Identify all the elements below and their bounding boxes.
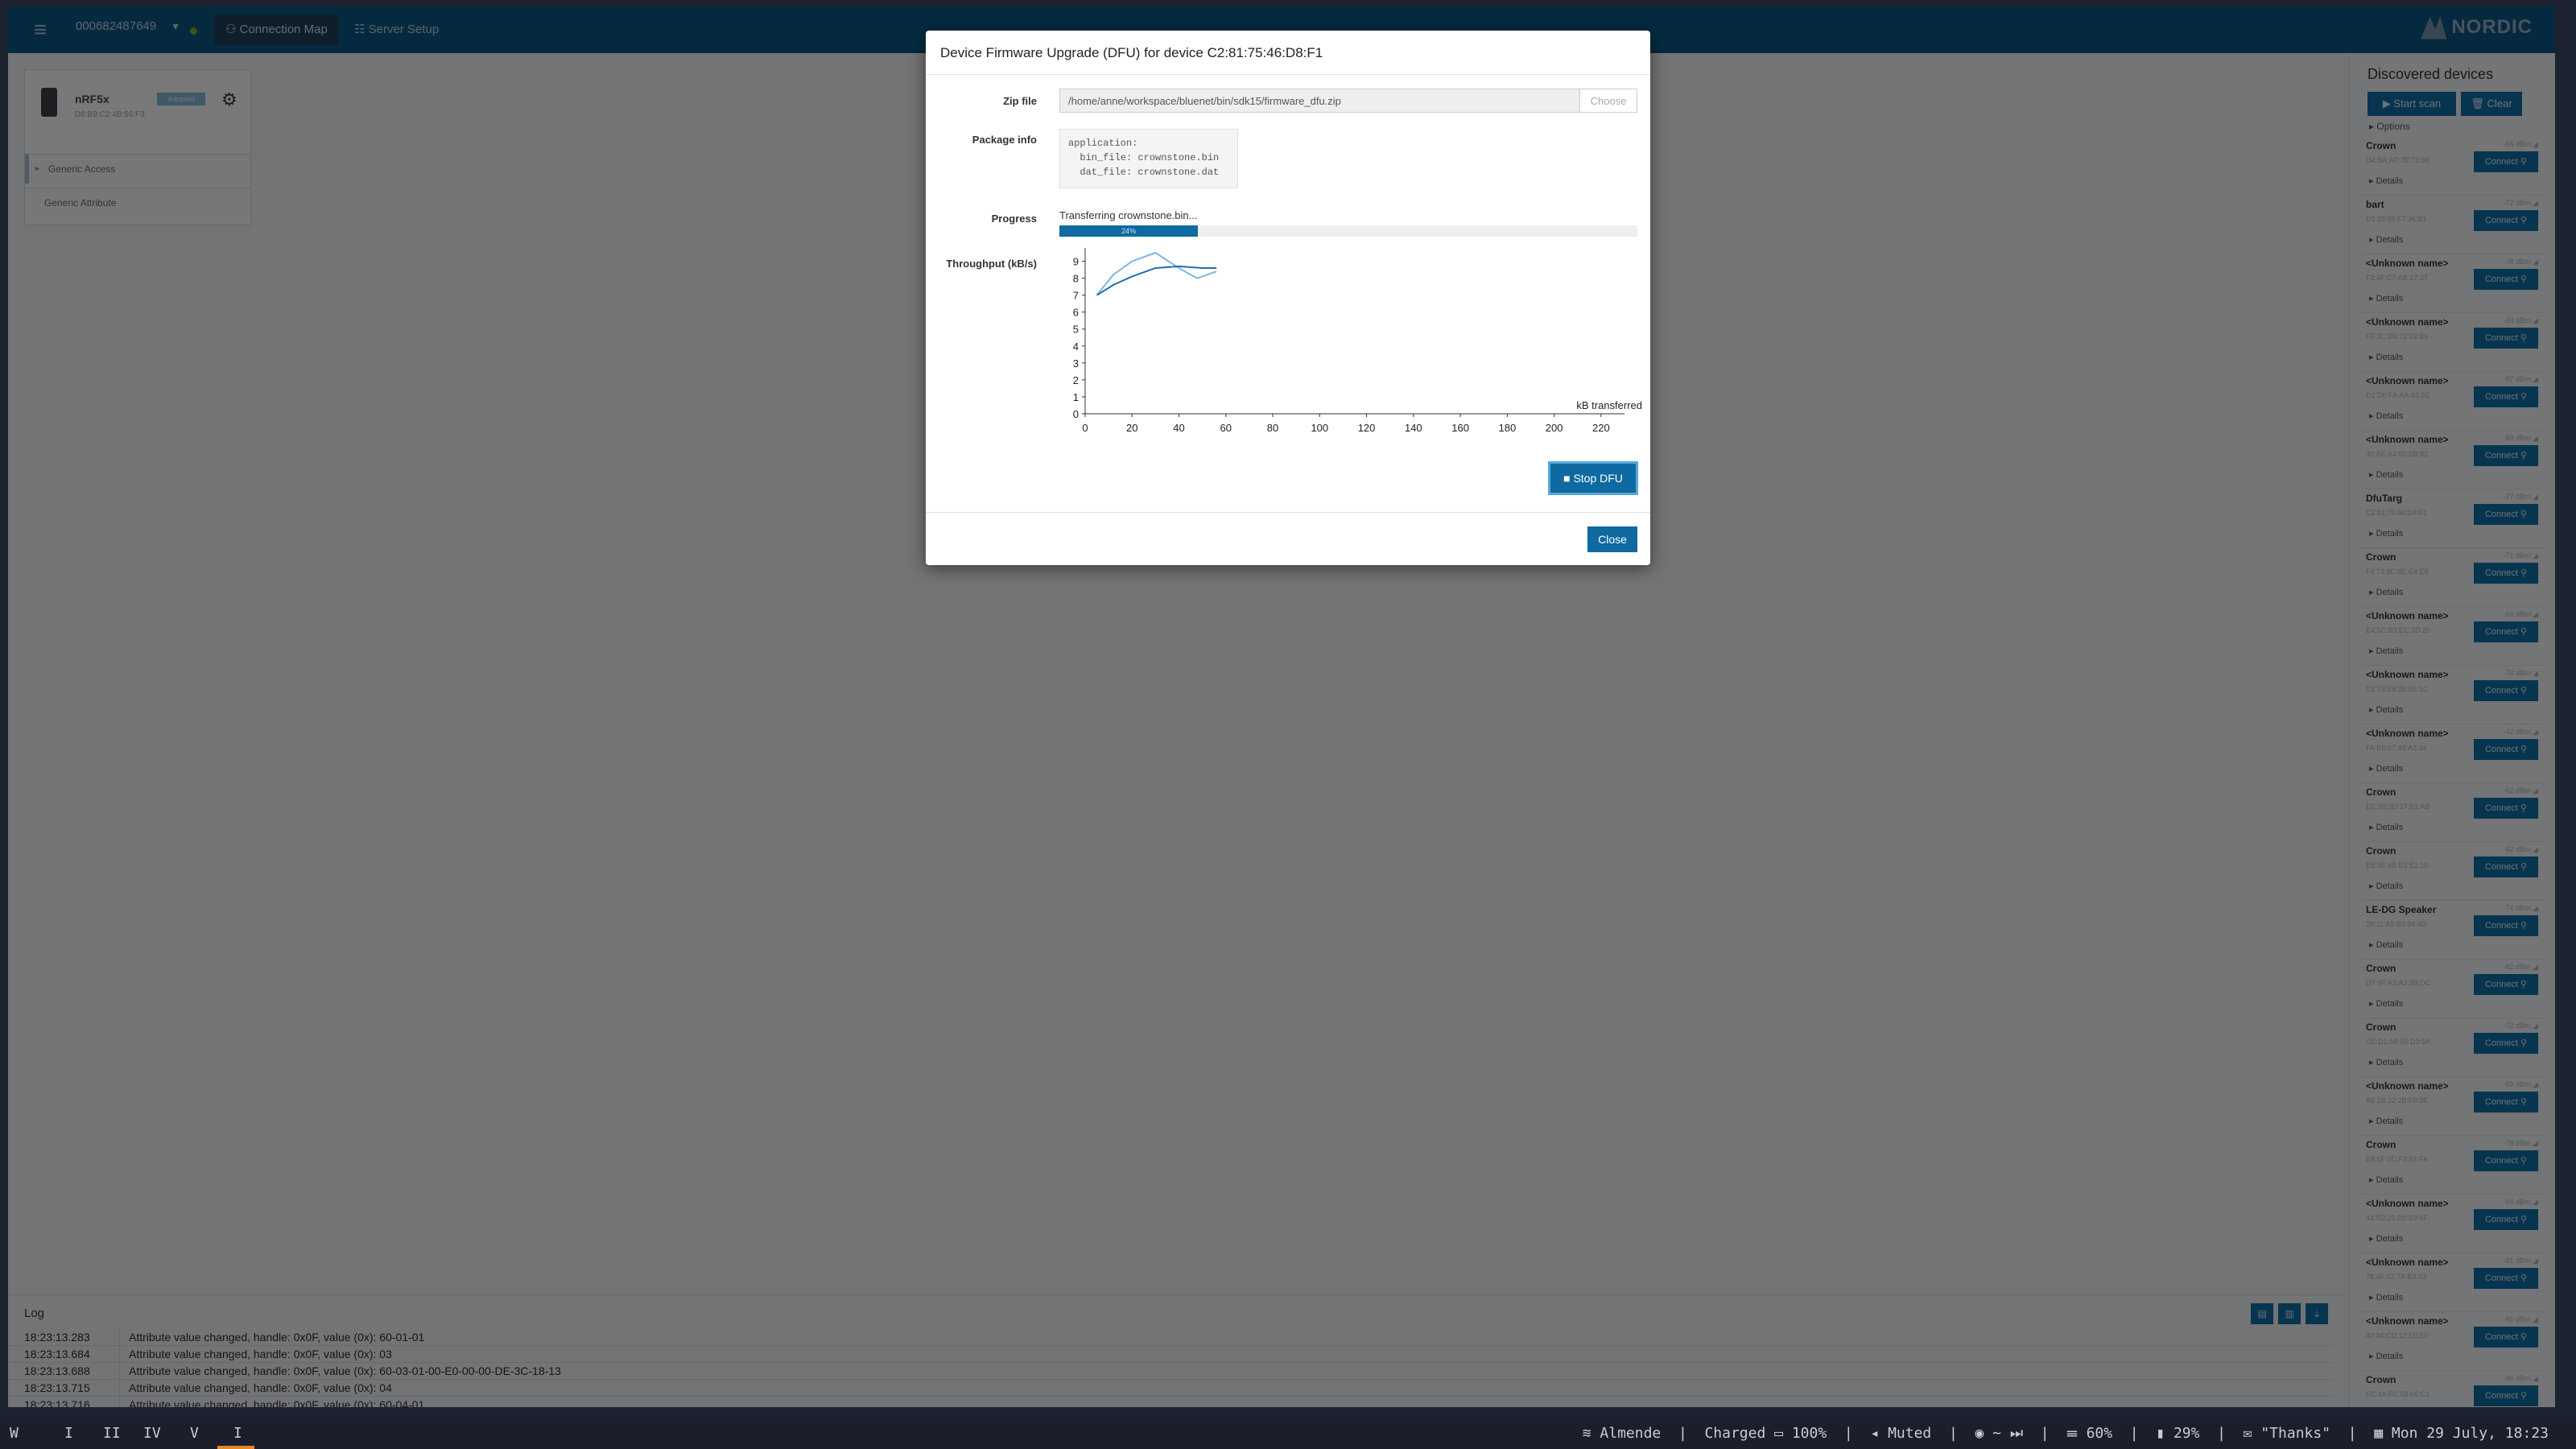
y-tick-label: 3	[1073, 357, 1079, 369]
throughput-series-line	[1096, 251, 1217, 296]
x-axis-label: kB transferred	[1576, 399, 1642, 411]
volume-icon: ◂	[1870, 1425, 1889, 1442]
zip-file-input[interactable]: /home/anne/workspace/bluenet/bin/sdk15/f…	[1059, 89, 1581, 113]
media-icon: ◉	[1975, 1425, 1993, 1442]
zip-file-label: Zip file	[1003, 95, 1037, 107]
x-tick-label: 140	[1405, 422, 1422, 434]
active-workspace-indicator	[217, 1446, 254, 1449]
chat-status: "Thanks"	[2260, 1425, 2331, 1442]
calendar-icon: ▦	[2374, 1425, 2392, 1442]
system-taskbar: W I II IV V I ≋ Almende | Charged ▭ 100%…	[0, 1417, 2576, 1449]
progress-text: Transferring crownstone.bin...	[1059, 209, 1198, 221]
y-tick-label: 4	[1073, 341, 1079, 353]
battery-status: Charged	[1704, 1425, 1766, 1442]
x-tick-label: 120	[1358, 422, 1376, 434]
x-tick-label: 80	[1267, 422, 1278, 434]
x-tick-label: 220	[1592, 422, 1610, 434]
status-bar: ≋ Almende | Charged ▭ 100% | ◂ Muted | ◉…	[1582, 1425, 2549, 1442]
x-tick-label: 100	[1311, 422, 1328, 434]
disk-usage: 29%	[2173, 1425, 2200, 1442]
workspace-4[interactable]: IV	[143, 1425, 161, 1442]
dialog-footer-divider	[926, 512, 1650, 513]
next-track-icon[interactable]: ⏭	[2001, 1425, 2023, 1442]
progress-fill: 24%	[1059, 225, 1199, 237]
package-info-box: application: bin_file: crownstone.bin da…	[1059, 129, 1238, 188]
dialog-title: Device Firmware Upgrade (DFU) for device…	[940, 45, 1323, 60]
date-time: Mon 29 July, 18:23	[2391, 1425, 2549, 1442]
y-tick-label: 7	[1073, 290, 1079, 302]
workspace-active[interactable]: I	[233, 1425, 242, 1442]
battery-icon: ▭	[1774, 1425, 1783, 1442]
stop-dfu-button[interactable]: ■ Stop DFU	[1548, 461, 1638, 495]
y-tick-label: 8	[1073, 273, 1079, 285]
stop-dfu-label: Stop DFU	[1573, 472, 1623, 485]
progress-label: Progress	[991, 213, 1037, 225]
throughput-label: Throughput (kB/s)	[946, 258, 1037, 270]
y-tick-label: 5	[1073, 324, 1079, 336]
close-button[interactable]: Close	[1587, 526, 1637, 552]
choose-button[interactable]: Choose	[1579, 89, 1637, 113]
workspace-1[interactable]: I	[64, 1425, 73, 1442]
y-tick-label: 9	[1073, 256, 1079, 268]
chat-icon: ✉	[2243, 1425, 2261, 1442]
x-tick-label: 160	[1451, 422, 1469, 434]
workspace-2[interactable]: II	[103, 1425, 121, 1442]
disk-icon: ▮	[2156, 1425, 2174, 1442]
throughput-chart: 0 1 2 3 4 5 6 7 8 9 0 20 40 60 80 100 120 140 160 180 200 220…	[1073, 248, 1642, 434]
progress-bar: 24%	[1059, 225, 1637, 237]
volume-status: Muted	[1888, 1425, 1932, 1442]
y-tick-label: 6	[1073, 307, 1079, 319]
workspace-5[interactable]: V	[190, 1425, 199, 1442]
x-tick-label: 200	[1546, 422, 1563, 434]
x-tick-label: 20	[1126, 422, 1137, 434]
x-tick-label: 180	[1498, 422, 1516, 434]
x-tick-label: 0	[1082, 422, 1088, 434]
y-tick-label: 0	[1073, 408, 1079, 420]
wifi-icon: ≋	[1582, 1425, 1600, 1442]
battery-level: 100%	[1791, 1425, 1827, 1442]
dfu-dialog: Device Firmware Upgrade (DFU) for device…	[926, 31, 1650, 565]
x-tick-label: 60	[1220, 422, 1232, 434]
package-info-label: Package info	[972, 134, 1037, 146]
x-tick-label: 40	[1173, 422, 1184, 434]
y-tick-label: 2	[1073, 374, 1079, 386]
wifi-name: Almende	[1600, 1425, 1662, 1442]
y-tick-label: 1	[1073, 391, 1079, 403]
dialog-header: Device Firmware Upgrade (DFU) for device…	[926, 31, 1650, 75]
window-manager-icon[interactable]: W	[10, 1425, 19, 1442]
media-status: ~	[1992, 1425, 2001, 1442]
memory-icon: ☰	[2066, 1425, 2087, 1442]
throughput-series-line	[1096, 265, 1217, 296]
memory-usage: 60%	[2086, 1425, 2113, 1442]
